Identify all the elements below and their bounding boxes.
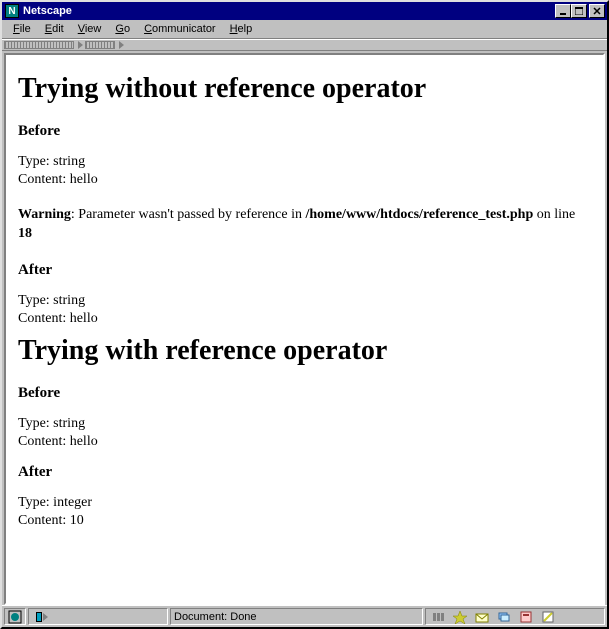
status-text: Document: Done [174,611,257,623]
toolbar-grip-icon [85,41,115,49]
menu-go[interactable]: Go [108,22,137,36]
expand-toolbar-icon [119,41,124,49]
address-book-icon[interactable] [518,609,534,625]
php-warning: Warning: Parameter wasn't passed by refe… [18,206,591,244]
menu-view[interactable]: View [71,22,109,36]
heading-section-1: Trying without reference operator [18,73,591,105]
expand-toolbar-icon [78,41,83,49]
newsgroups-icon[interactable] [496,609,512,625]
type-line: Type: integer [18,495,591,511]
subheading-after-1: After [18,262,591,279]
status-text-cell: Document: Done [170,608,423,625]
warning-line-number: 18 [18,226,32,241]
inbox-icon[interactable] [474,609,490,625]
warning-file: /home/www/htdocs/reference_test.php [306,207,534,222]
type-line: Type: string [18,154,591,170]
app-icon: N [4,3,20,19]
content-line: Content: hello [18,311,591,327]
subheading-after-2: After [18,464,591,481]
heading-section-2: Trying with reference operator [18,335,591,367]
close-button[interactable] [589,4,605,18]
warning-text: on line [533,207,575,222]
composer-icon[interactable] [540,609,556,625]
status-netscape-button[interactable] [4,608,26,625]
type-line: Type: string [18,416,591,432]
title-bar: N Netscape [2,2,607,20]
netscape-icon: N [5,4,19,18]
menu-help[interactable]: Help [223,22,260,36]
component-bar-icon[interactable] [430,609,446,625]
drag-bookmark-icon[interactable] [32,611,52,623]
collapsed-toolbar[interactable] [2,39,607,51]
application-window: N Netscape File Edit View Go Communicato… [0,0,609,629]
subheading-before-1: Before [18,123,591,140]
page-content: Trying without reference operator Before… [6,55,603,541]
window-title: Netscape [23,5,555,17]
warning-text: : Parameter wasn't passed by reference i… [71,207,306,222]
menu-edit[interactable]: Edit [38,22,71,36]
navigator-icon[interactable] [452,609,468,625]
status-drag-cell [28,608,168,625]
toolbar-grip-icon [4,41,74,49]
type-line: Type: string [18,293,591,309]
content-viewport[interactable]: Trying without reference operator Before… [4,53,605,605]
content-line: Content: 10 [18,513,591,529]
status-bar: Document: Done [2,605,607,627]
netscape-small-icon [8,609,22,625]
subheading-before-2: Before [18,385,591,402]
status-tray [425,608,605,625]
content-line: Content: hello [18,434,591,450]
menu-bar: File Edit View Go Communicator Help [2,20,607,39]
warning-label: Warning [18,207,71,222]
window-buttons [555,4,605,18]
content-line: Content: hello [18,172,591,188]
menu-communicator[interactable]: Communicator [137,22,223,36]
menu-file[interactable]: File [6,22,38,36]
maximize-button[interactable] [571,4,587,18]
minimize-button[interactable] [555,4,571,18]
